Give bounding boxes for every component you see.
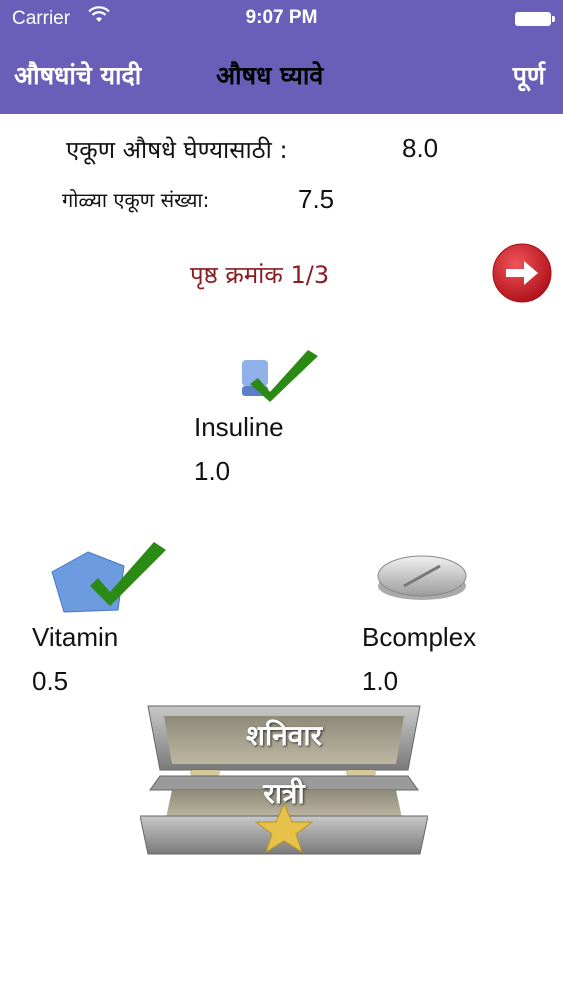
medicine-quantity: 1.0 [194,456,231,486]
oval-tablet-icon [377,555,467,600]
pentagon-pill-icon [51,542,166,613]
medicine-item[interactable]: Bcomplex 1.0 [360,540,510,700]
medicine-name: Vitamin [32,622,119,652]
total-medicines-value: 8.0 [402,133,439,163]
medicine-name: Insuline [194,412,284,442]
page-title: औषध घ्यावे [216,61,324,90]
medicine-list-button[interactable]: औषधांचे यादी [14,58,141,92]
arrow-right-icon [492,243,552,303]
navigation-bar: Carrier 9:07 PM औषधांचे यादी औषध घ्यावे … [0,0,563,114]
clock: 9:07 PM [245,7,318,28]
status-bar: Carrier 9:07 PM [0,0,563,38]
pillbox-day: शनिवार [245,719,323,752]
medicine-quantity: 0.5 [32,666,69,696]
pillbox-time: रात्री [263,777,305,810]
next-page-button[interactable] [491,242,553,304]
medicine-quantity: 1.0 [362,666,399,696]
pill-count-value: 7.5 [298,184,335,214]
done-button[interactable]: पूर्ण [513,58,545,92]
total-medicines-label: एकूण औषधे घेण्यासाठी : [66,136,288,164]
medicine-name: Bcomplex [362,622,477,652]
medicine-item[interactable]: Vitamin 0.5 [30,540,180,700]
battery-icon [515,12,555,26]
medicine-item[interactable]: Insuline 1.0 [190,340,330,490]
page-indicator: पृष्ठ क्रमांक 1/3 [190,261,330,289]
injection-icon [242,350,318,402]
pill-count-label: गोळ्या एकूण संख्या: [62,188,210,212]
